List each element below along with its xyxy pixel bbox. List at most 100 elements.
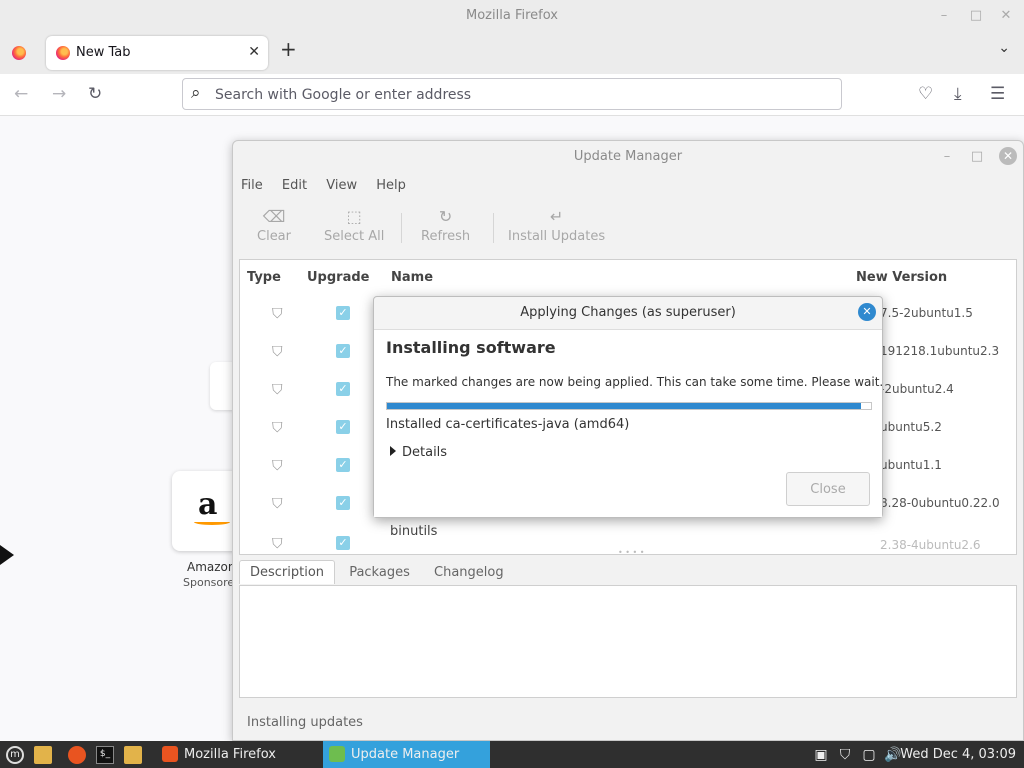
folder-icon[interactable] <box>34 746 52 764</box>
notes-icon[interactable]: ▣ <box>812 746 830 764</box>
upgrade-checkbox[interactable]: ✓ <box>336 306 350 320</box>
shield-icon <box>329 746 345 762</box>
shield-icon: ⛉ <box>272 344 283 360</box>
upgrade-checkbox[interactable]: ✓ <box>336 344 350 358</box>
shield-icon: ⛉ <box>272 536 283 552</box>
shield-icon: ⛉ <box>272 420 283 436</box>
dialog-message: The marked changes are now being applied… <box>386 375 884 389</box>
description-pane <box>239 585 1017 698</box>
search-icon: ⌕ <box>191 83 201 103</box>
menu-icon[interactable]: m <box>6 746 24 764</box>
close-window-button[interactable]: ✕ <box>999 147 1017 165</box>
minimize-button[interactable]: – <box>936 8 952 24</box>
package-name: binutils <box>390 524 438 539</box>
upgrade-checkbox[interactable]: ✓ <box>336 536 350 550</box>
clock[interactable]: Wed Dec 4, 03:09 <box>900 741 1016 768</box>
install-updates-button[interactable]: ↵ Install Updates <box>508 207 605 244</box>
package-version: ubuntu1.1 <box>880 458 942 472</box>
close-window-button[interactable]: ✕ <box>998 8 1014 24</box>
menu-bar: File Edit View Help <box>241 178 421 193</box>
package-version: 8.28-0ubuntu0.22.0 <box>880 496 1000 510</box>
firefox-view-icon[interactable] <box>12 46 26 60</box>
details-tabs: Description Packages Changelog <box>239 560 514 586</box>
close-button[interactable]: Close <box>786 472 870 506</box>
column-name[interactable]: Name <box>391 270 433 285</box>
select-all-label: Select All <box>324 229 385 244</box>
maximize-button[interactable]: □ <box>968 8 984 24</box>
package-version: 7.5-2ubuntu1.5 <box>880 306 973 320</box>
pocket-icon[interactable]: ♡ <box>918 84 933 104</box>
download-icon[interactable]: ⤓ <box>954 84 962 104</box>
package-version: -2ubuntu2.4 <box>880 382 954 396</box>
tab-changelog[interactable]: Changelog <box>424 561 514 584</box>
shield-icon: ⛉ <box>272 496 283 512</box>
tab-description[interactable]: Description <box>239 560 336 584</box>
shield-icon: ⛉ <box>272 382 283 398</box>
pane-splitter[interactable]: • • • • <box>618 548 645 557</box>
clear-label: Clear <box>257 229 291 244</box>
task-label: Update Manager <box>351 747 460 762</box>
task-label: Mozilla Firefox <box>184 747 276 762</box>
column-type[interactable]: Type <box>247 270 281 285</box>
ubuntu-icon[interactable] <box>68 746 86 764</box>
firefox-task-icon <box>162 746 178 762</box>
refresh-icon: ↻ <box>438 207 453 226</box>
toolbar-separator <box>493 213 494 243</box>
select-all-icon: ⬚ <box>346 207 362 226</box>
search-input[interactable] <box>215 85 815 105</box>
details-expander[interactable]: Details <box>390 445 447 460</box>
back-arrow-icon[interactable]: ← <box>14 84 28 104</box>
navigation-bar: ← → ↻ ⌕ ♡ ⤓ ☰ <box>0 74 1024 116</box>
upgrade-checkbox[interactable]: ✓ <box>336 496 350 510</box>
task-firefox[interactable]: Mozilla Firefox <box>156 741 321 768</box>
mouse-cursor-icon <box>0 545 14 565</box>
toolbar-separator <box>401 213 402 243</box>
column-new-version[interactable]: New Version <box>856 270 947 285</box>
update-manager-title: Update Manager <box>573 149 683 164</box>
reload-icon[interactable]: ↻ <box>88 84 102 104</box>
progress-status: Installed ca-certificates-java (amd64) <box>386 417 630 432</box>
package-version: ubuntu5.2 <box>880 420 942 434</box>
tab-new-tab[interactable]: New Tab ✕ <box>46 36 268 70</box>
shield-icon[interactable]: ⛉ <box>836 746 854 764</box>
task-update-manager[interactable]: Update Manager <box>323 741 490 768</box>
minimize-button[interactable]: – <box>939 149 955 165</box>
applying-changes-dialog: Applying Changes (as superuser) ✕ Instal… <box>373 296 883 518</box>
tab-packages[interactable]: Packages <box>339 561 420 584</box>
close-tab-icon[interactable]: ✕ <box>248 44 260 60</box>
tab-label: New Tab <box>76 45 131 60</box>
terminal-icon[interactable]: $_ <box>96 746 114 764</box>
display-icon[interactable]: ▢ <box>860 746 878 764</box>
maximize-button[interactable]: □ <box>969 149 985 165</box>
folder-icon[interactable] <box>124 746 142 764</box>
package-version: 191218.1ubuntu2.3 <box>880 344 1000 358</box>
close-icon[interactable]: ✕ <box>858 303 876 321</box>
new-tab-button[interactable]: + <box>280 37 297 61</box>
details-label: Details <box>402 445 448 460</box>
firefox-logo-icon <box>56 46 70 60</box>
progress-bar <box>386 402 872 410</box>
clear-button[interactable]: ⌫ Clear <box>257 207 291 244</box>
menu-file[interactable]: File <box>241 178 263 193</box>
dialog-heading: Installing software <box>386 338 556 357</box>
menu-help[interactable]: Help <box>376 178 406 193</box>
refresh-button[interactable]: ↻ Refresh <box>421 207 470 244</box>
column-upgrade[interactable]: Upgrade <box>307 270 369 285</box>
dialog-title: Applying Changes (as superuser) <box>520 305 736 320</box>
menu-view[interactable]: View <box>326 178 357 193</box>
expander-arrow-icon <box>390 446 396 456</box>
install-updates-label: Install Updates <box>508 229 606 244</box>
upgrade-checkbox[interactable]: ✓ <box>336 458 350 472</box>
upgrade-checkbox[interactable]: ✓ <box>336 420 350 434</box>
select-all-button[interactable]: ⬚ Select All <box>324 207 384 244</box>
forward-arrow-icon[interactable]: → <box>52 84 66 104</box>
menu-edit[interactable]: Edit <box>282 178 307 193</box>
url-bar[interactable]: ⌕ <box>182 78 842 110</box>
amazon-logo-icon: a <box>198 487 218 522</box>
chevron-down-icon[interactable]: ⌄ <box>998 40 1010 56</box>
status-bar: Installing updates <box>247 715 363 730</box>
upgrade-checkbox[interactable]: ✓ <box>336 382 350 396</box>
progress-fill <box>387 403 862 409</box>
menu-icon[interactable]: ☰ <box>990 84 1005 104</box>
taskbar: m $_ Mozilla Firefox Update Manager ▣ ⛉ … <box>0 741 1024 768</box>
